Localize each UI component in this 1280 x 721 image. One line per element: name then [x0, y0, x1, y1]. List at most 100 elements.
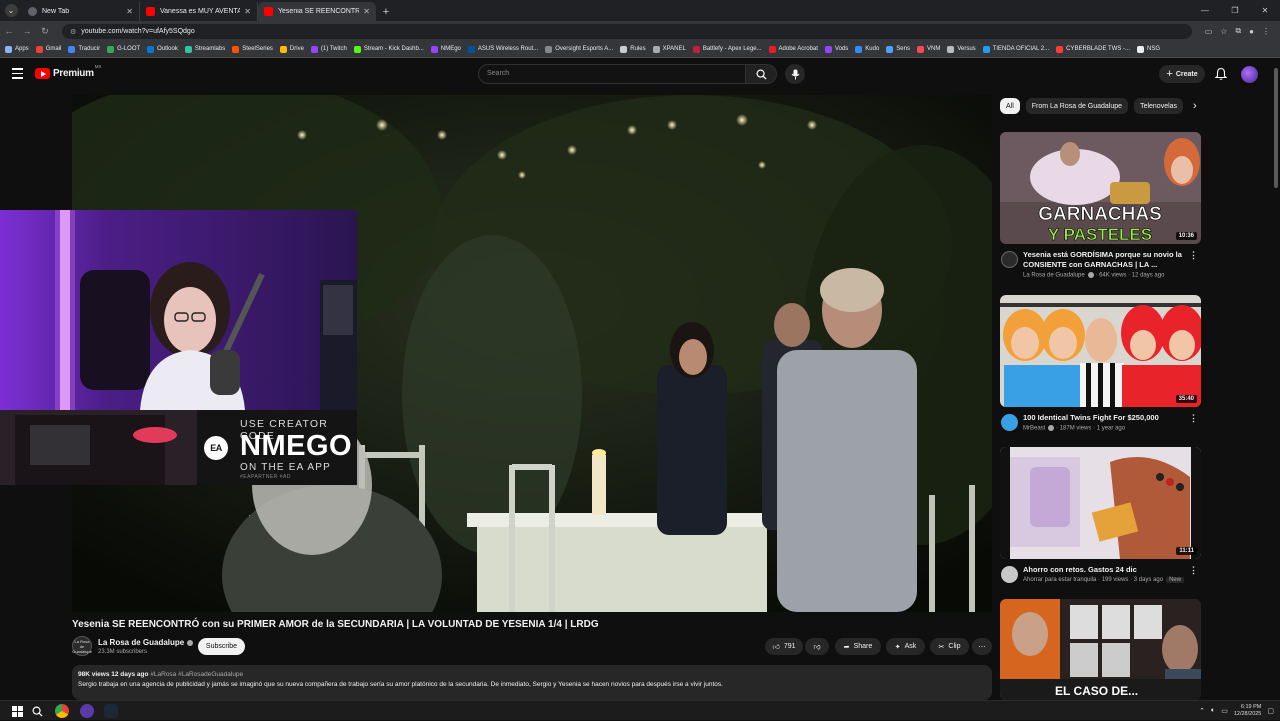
scrollbar-thumb[interactable]: [1274, 68, 1278, 188]
bookmark-star-icon[interactable]: ☆: [1220, 27, 1227, 36]
channel-avatar[interactable]: [1001, 566, 1018, 583]
hashtags[interactable]: #LaRosa #LaRosadeGuadalupe: [150, 671, 243, 678]
extensions-icon[interactable]: ⧉: [1235, 26, 1241, 36]
chip-telenovelas[interactable]: Telenovelas: [1134, 98, 1184, 114]
dislike-button[interactable]: 👎︎: [805, 638, 829, 655]
recommendation-item[interactable]: 35:40 100 Identical Twins Fight For $250…: [1000, 295, 1201, 443]
cast-icon[interactable]: ▭: [1205, 27, 1213, 36]
bookmark-item[interactable]: (1) Twitch: [310, 45, 347, 53]
bookmark-item[interactable]: TIENDA OFICIAL 2...: [982, 45, 1049, 53]
share-button[interactable]: ➦ Share: [835, 638, 881, 655]
bookmark-item[interactable]: G-LOOT: [107, 45, 140, 53]
new-tab-button[interactable]: +: [376, 2, 396, 21]
bookmark-item[interactable]: Stream - Kick Dashb...: [353, 45, 424, 53]
reload-button[interactable]: ↻: [36, 21, 54, 41]
bookmark-item[interactable]: Sens: [886, 45, 910, 53]
notification-center-icon[interactable]: ▢: [1267, 707, 1274, 715]
youtube-premium-logo[interactable]: Premium MX: [35, 64, 101, 79]
tab-search-button[interactable]: ⌄: [0, 0, 22, 21]
chip-from-channel[interactable]: From La Rosa de Guadalupe: [1025, 98, 1129, 114]
bookmark-item[interactable]: Drive: [279, 45, 304, 53]
back-button[interactable]: ←: [0, 21, 18, 41]
page-scrollbar[interactable]: [1272, 58, 1280, 700]
chevron-right-icon[interactable]: ›: [1193, 100, 1197, 112]
clip-button[interactable]: ✂ Clip: [930, 638, 969, 655]
more-actions-button[interactable]: ⋯: [972, 638, 992, 655]
like-button[interactable]: 👍︎ 791: [765, 638, 803, 655]
video-thumbnail[interactable]: 35:40: [1000, 295, 1201, 407]
video-thumbnail[interactable]: GARNACHAS Y PASTELES 10:36: [1000, 132, 1201, 244]
bookmark-item[interactable]: Versus: [947, 45, 976, 53]
more-vertical-icon[interactable]: ⋮: [1189, 413, 1198, 424]
bookmark-item[interactable]: Adobe Acrobat: [768, 45, 818, 53]
channel-name[interactable]: La Rosa de Guadalupe: [98, 638, 194, 647]
channel-avatar[interactable]: [1001, 251, 1018, 268]
chrome-taskbar-icon[interactable]: [55, 704, 69, 718]
recommendation-channel[interactable]: La Rosa de Guadalupe: [1023, 273, 1085, 279]
close-icon[interactable]: ✕: [126, 7, 133, 16]
video-thumbnail[interactable]: EL CASO DE...: [1000, 599, 1201, 700]
bookmark-item[interactable]: Vods: [824, 45, 848, 53]
chip-all[interactable]: All: [1000, 98, 1020, 114]
bookmark-item[interactable]: VNM: [916, 45, 940, 53]
ask-button[interactable]: ✦ Ask: [886, 638, 925, 655]
voice-search-button[interactable]: [785, 64, 805, 84]
search-input[interactable]: Search: [478, 64, 746, 84]
menu-icon[interactable]: ⋮: [1262, 27, 1270, 36]
bookmark-item[interactable]: SteelSeries: [232, 45, 273, 53]
bookmark-item[interactable]: Oversight Esports A...: [545, 45, 613, 53]
browser-tab-vanessa[interactable]: Vanessa es MUY AVENTADA y j ✕: [140, 2, 258, 21]
recommendation-title[interactable]: Yesenia está GORDÍSIMA porque su novio l…: [1023, 250, 1191, 270]
bookmark-item[interactable]: Gmail: [35, 45, 61, 53]
bookmark-item[interactable]: NMEgo: [430, 45, 461, 53]
taskbar-search-icon[interactable]: [30, 704, 44, 718]
channel-avatar[interactable]: La Rosa de Guadalupe: [72, 636, 92, 656]
recommendation-item[interactable]: GARNACHAS Y PASTELES 10:36 Yesenia está …: [1000, 132, 1201, 280]
video-thumbnail[interactable]: 11:11: [1000, 447, 1201, 559]
search-button[interactable]: [746, 64, 777, 84]
bookmark-item[interactable]: Traducir: [68, 45, 100, 53]
chevron-up-icon[interactable]: ⌃: [1199, 707, 1205, 715]
bookmark-item[interactable]: Rules: [620, 45, 646, 53]
restore-icon[interactable]: ❐: [1220, 0, 1250, 21]
more-vertical-icon[interactable]: ⋮: [1189, 565, 1198, 576]
notifications-bell-icon[interactable]: [1214, 67, 1228, 81]
bookmark-item[interactable]: CYBERBLADE TWS -...: [1056, 45, 1130, 53]
close-icon[interactable]: ✕: [363, 7, 370, 16]
account-avatar[interactable]: [1241, 66, 1258, 83]
volume-icon[interactable]: 🔈︎: [1211, 707, 1215, 715]
minimize-icon[interactable]: —: [1190, 0, 1220, 21]
close-window-icon[interactable]: ✕: [1250, 0, 1280, 21]
forward-button[interactable]: →: [18, 21, 36, 41]
bookmark-item[interactable]: NSG: [1137, 45, 1160, 53]
close-icon[interactable]: ✕: [244, 7, 251, 16]
recommendation-item[interactable]: 11:11 Ahorro con retos. Gastos 24 dic Ah…: [1000, 447, 1201, 595]
clock[interactable]: 6:19 PM 12/28/2025: [1234, 704, 1262, 718]
steam-taskbar-icon[interactable]: [104, 704, 118, 718]
bookmark-item[interactable]: Streamlabs: [184, 45, 225, 53]
recommendation-title[interactable]: 100 Identical Twins Fight For $250,000: [1023, 413, 1191, 423]
bookmark-item[interactable]: Outlook: [147, 45, 178, 53]
network-icon[interactable]: ▭: [1221, 707, 1228, 715]
obs-taskbar-icon[interactable]: [80, 704, 94, 718]
recommendation-channel[interactable]: Ahorrar para estar tranquila: [1023, 577, 1096, 583]
bookmark-item[interactable]: Battlefy - Apex Lege...: [692, 45, 762, 53]
bookmark-item[interactable]: XPANEL: [652, 45, 686, 53]
profile-icon[interactable]: ●: [1249, 27, 1254, 36]
bookmark-item[interactable]: Apps: [5, 45, 29, 53]
recommendation-channel[interactable]: MrBeast: [1023, 426, 1045, 432]
site-info-icon[interactable]: ⚙: [70, 28, 76, 36]
bookmark-item[interactable]: ASUS Wireless Rout...: [467, 45, 538, 53]
more-vertical-icon[interactable]: ⋮: [1189, 250, 1198, 261]
bookmark-item[interactable]: Kudo: [855, 45, 879, 53]
browser-tab-new-tab[interactable]: New Tab ✕: [22, 2, 140, 21]
description-box[interactable]: 98K views 12 days ago #LaRosa #LaRosadeG…: [72, 665, 992, 700]
browser-tab-yesenia[interactable]: Yesenia SE REENCONTRÓ con s ✕: [258, 2, 376, 21]
recommendation-item[interactable]: EL CASO DE...: [1000, 599, 1201, 700]
create-button[interactable]: + Create: [1159, 65, 1205, 83]
recommendation-title[interactable]: Ahorro con retos. Gastos 24 dic: [1023, 565, 1191, 575]
channel-avatar[interactable]: [1001, 414, 1018, 431]
windows-start-icon[interactable]: [10, 704, 24, 718]
hamburger-menu-icon[interactable]: [12, 68, 23, 79]
address-bar[interactable]: ⚙ youtube.com/watch?v=ufAfy5SQdgo: [62, 24, 1192, 39]
